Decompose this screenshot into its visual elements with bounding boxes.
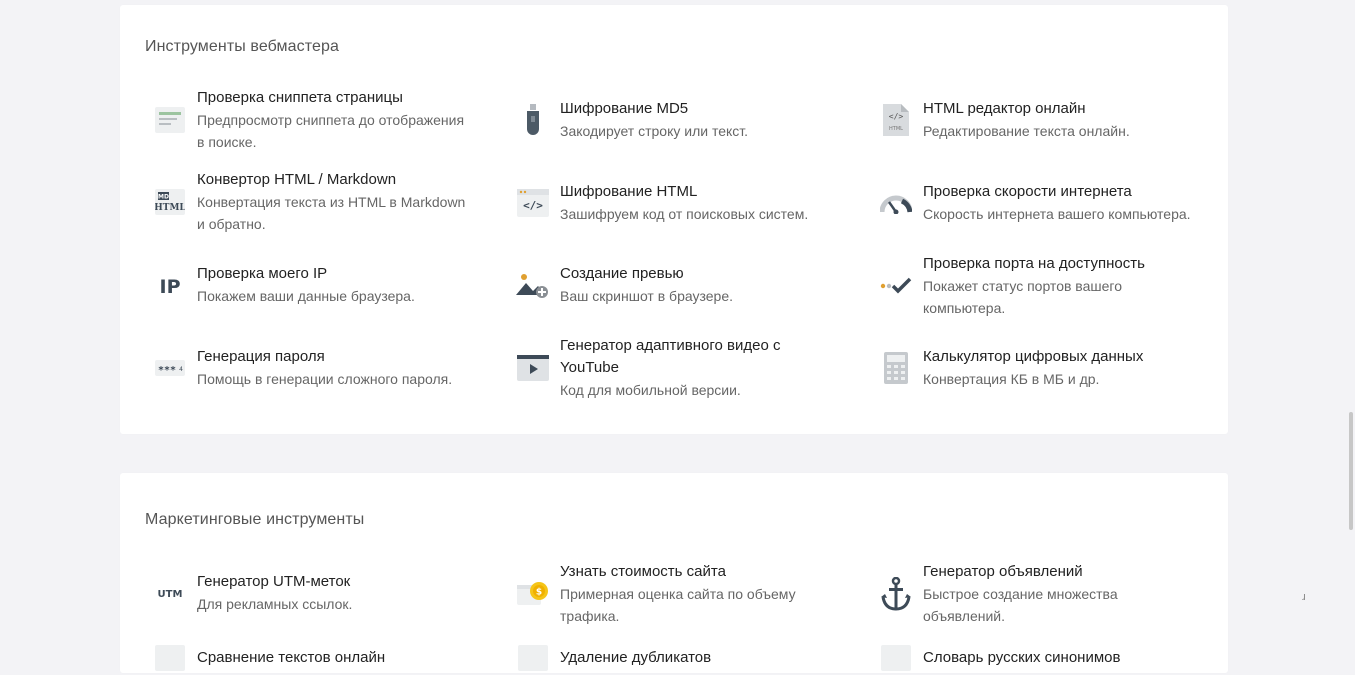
tool-snippet-check[interactable]: Проверка сниппета страницы Предпросмотр … bbox=[155, 87, 485, 153]
tool-name[interactable]: Шифрование MD5 bbox=[560, 98, 748, 120]
marketing-tools-card: Маркетинговые инструменты UTM Генератор … bbox=[120, 473, 1228, 673]
tool-remove-duplicates[interactable]: Удаление дубликатов bbox=[518, 641, 848, 675]
password-icon: *** 4 bbox=[153, 351, 187, 385]
duplicates-icon bbox=[516, 641, 550, 675]
tool-desc: объявлений. bbox=[923, 608, 1006, 624]
tool-site-value[interactable]: $ Узнать стоимость сайта Примерная оценк… bbox=[516, 561, 848, 627]
dictionary-icon bbox=[879, 641, 913, 675]
tool-synonyms[interactable]: Словарь русских синонимов bbox=[881, 641, 1211, 675]
tool-desc: Для рекламных ссылок. bbox=[197, 596, 353, 612]
snippet-icon bbox=[153, 103, 187, 137]
tool-desc: Конвертация текста из HTML в Markdown bbox=[197, 194, 466, 210]
tool-desc: трафика. bbox=[560, 608, 620, 624]
tool-text-compare[interactable]: Сравнение текстов онлайн bbox=[155, 641, 485, 675]
tool-utm-generator[interactable]: UTM Генератор UTM-меток Для рекламных сс… bbox=[155, 571, 485, 615]
tool-desc: Предпросмотр сниппета до отображения bbox=[197, 112, 465, 128]
tool-name[interactable]: Конвертор HTML / Markdown bbox=[197, 169, 465, 191]
corner-glyph: ɹ bbox=[1302, 591, 1306, 603]
tool-desc: Примерная оценка сайта по объему bbox=[560, 586, 796, 602]
tool-desc: Ваш скриншот в браузере. bbox=[560, 288, 733, 304]
tool-name-cont[interactable]: YouTube bbox=[560, 357, 781, 379]
tool-desc: Закодирует строку или текст. bbox=[560, 123, 749, 139]
tool-html-markdown[interactable]: MD HTML Конвертор HTML / Markdown Конвер… bbox=[155, 169, 485, 235]
html-file-label: HTML bbox=[889, 126, 903, 132]
scrollbar-thumb[interactable] bbox=[1349, 412, 1353, 530]
password-stars: *** bbox=[158, 365, 176, 376]
coin-window-icon: $ bbox=[516, 577, 550, 611]
password-digit: 4 bbox=[179, 366, 183, 373]
tool-password-gen[interactable]: *** 4 Генерация пароля Помощь в генераци… bbox=[155, 346, 485, 390]
tool-name[interactable]: Шифрование HTML bbox=[560, 181, 808, 203]
tool-desc: Покажем ваши данные браузера. bbox=[197, 288, 415, 304]
tool-desc: компьютера. bbox=[923, 300, 1006, 316]
markdown-html-icon: MD HTML bbox=[153, 185, 187, 219]
usb-drive-icon bbox=[516, 103, 550, 137]
tool-ad-generator[interactable]: Генератор объявлений Быстрое создание мн… bbox=[881, 561, 1211, 627]
tool-name[interactable]: Генератор UTM-меток bbox=[197, 571, 352, 593]
tool-name[interactable]: Проверка моего IP bbox=[197, 263, 415, 285]
tool-desc: Покажет статус портов вашего bbox=[923, 278, 1122, 294]
tool-name[interactable]: Создание превью bbox=[560, 263, 733, 285]
tool-preview[interactable]: Создание превью Ваш скриншот в браузере. bbox=[516, 263, 848, 307]
tool-desc: Скорость интернета вашего компьютера. bbox=[923, 206, 1191, 222]
tool-name[interactable]: Проверка порта на доступность bbox=[923, 253, 1145, 275]
video-player-icon bbox=[516, 351, 550, 385]
ip-glyph: IP bbox=[160, 276, 181, 298]
compare-icon bbox=[153, 641, 187, 675]
tool-name[interactable]: Словарь русских синонимов bbox=[923, 647, 1120, 669]
tool-name[interactable]: Генерация пароля bbox=[197, 346, 452, 368]
anchor-icon bbox=[879, 577, 913, 611]
tool-name[interactable]: Сравнение текстов онлайн bbox=[197, 647, 385, 669]
image-add-icon bbox=[516, 268, 550, 302]
tool-html-editor[interactable]: </> HTML HTML редактор онлайн Редактиров… bbox=[881, 98, 1211, 142]
tool-name[interactable]: Удаление дубликатов bbox=[560, 647, 711, 669]
tool-name[interactable]: HTML редактор онлайн bbox=[923, 98, 1130, 120]
html-badge-text: HTML bbox=[155, 203, 185, 213]
tool-desc: Код для мобильной версии. bbox=[560, 382, 741, 398]
coin-glyph: $ bbox=[536, 588, 542, 598]
tool-my-ip[interactable]: IP Проверка моего IP Покажем ваши данные… bbox=[155, 263, 485, 307]
tool-desc: Зашифруем код от поисковых систем. bbox=[560, 206, 809, 222]
tool-data-calc[interactable]: Калькулятор цифровых данных Конвертация … bbox=[881, 346, 1211, 390]
tool-speed-test[interactable]: Проверка скорости интернета Скорость инт… bbox=[879, 181, 1211, 225]
tool-desc: и обратно. bbox=[197, 216, 266, 232]
tool-md5[interactable]: Шифрование MD5 Закодирует строку или тек… bbox=[518, 98, 848, 142]
utm-icon: UTM bbox=[153, 576, 187, 610]
speedometer-icon bbox=[879, 186, 913, 220]
html-code-glyph: </> bbox=[889, 112, 904, 121]
tool-desc: Редактирование текста онлайн. bbox=[923, 123, 1130, 139]
tool-name[interactable]: Проверка скорости интернета bbox=[923, 181, 1191, 203]
section-title: Инструменты вебмастера bbox=[145, 38, 340, 55]
tool-desc: Помощь в генерации сложного пароля. bbox=[197, 371, 453, 387]
utm-glyph: UTM bbox=[158, 589, 183, 600]
html-file-icon: </> HTML bbox=[879, 103, 913, 137]
tool-html-encrypt[interactable]: </> Шифрование HTML Зашифруем код от пои… bbox=[516, 181, 848, 225]
tool-youtube-video[interactable]: Генератор адаптивного видео с YouTube Ко… bbox=[516, 335, 848, 401]
tool-name[interactable]: Генератор объявлений bbox=[923, 561, 1118, 583]
tool-name[interactable]: Узнать стоимость сайта bbox=[560, 561, 796, 583]
tool-name[interactable]: Генератор адаптивного видео с bbox=[560, 335, 781, 357]
code-glyph: </> bbox=[523, 199, 543, 212]
calculator-icon bbox=[879, 351, 913, 385]
port-check-icon bbox=[879, 269, 913, 303]
code-window-icon: </> bbox=[516, 186, 550, 220]
section-title: Маркетинговые инструменты bbox=[145, 511, 365, 528]
tool-desc: Конвертация КБ в МБ и др. bbox=[923, 371, 1100, 387]
ip-icon: IP bbox=[153, 268, 187, 302]
tool-name[interactable]: Калькулятор цифровых данных bbox=[923, 346, 1143, 368]
webmaster-tools-card: Инструменты вебмастера Проверка сниппета… bbox=[120, 5, 1228, 434]
md-badge-text: MD bbox=[158, 194, 169, 201]
tool-desc: Быстрое создание множества bbox=[923, 586, 1118, 602]
tool-port-check[interactable]: Проверка порта на доступность Покажет ст… bbox=[879, 253, 1211, 319]
tool-name[interactable]: Проверка сниппета страницы bbox=[197, 87, 464, 109]
tool-desc: в поиске. bbox=[197, 134, 257, 150]
